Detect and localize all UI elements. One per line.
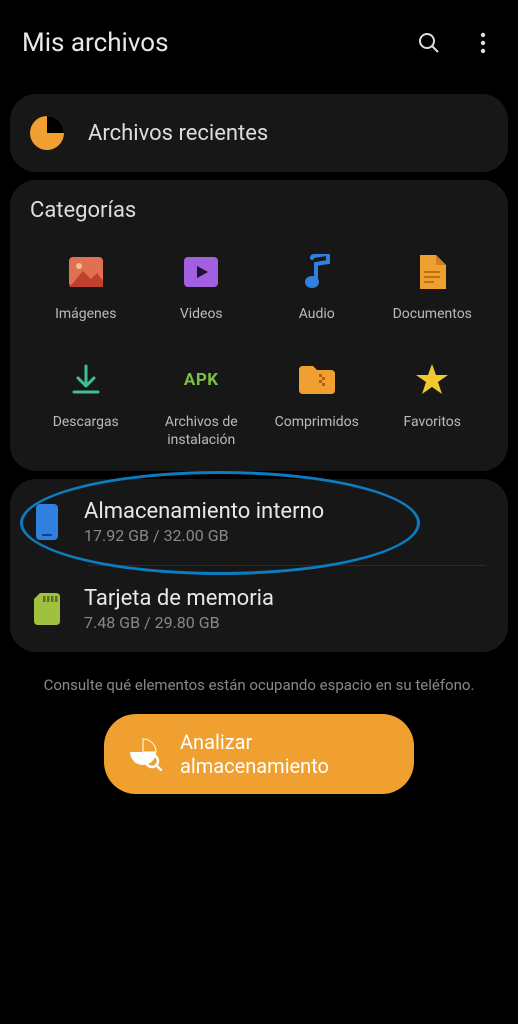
hint-text: Consulte qué elementos están ocupando es… [12, 676, 506, 694]
video-icon [178, 249, 224, 295]
more-icon[interactable] [470, 30, 496, 56]
category-label: Descargas [53, 413, 119, 449]
folder-zip-icon [294, 357, 340, 403]
sdcard-storage-item[interactable]: Tarjeta de memoria 7.48 GB / 29.80 GB [10, 566, 508, 652]
apk-icon: APK [178, 357, 224, 403]
audio-icon [294, 249, 340, 295]
storage-text: Almacenamiento interno 17.92 GB / 32.00 … [84, 499, 324, 545]
sdcard-icon [32, 590, 62, 628]
category-label: Favoritos [404, 413, 461, 449]
recent-files-card[interactable]: Archivos recientes [10, 94, 508, 172]
image-icon [63, 249, 109, 295]
category-favorites[interactable]: Favoritos [377, 353, 489, 453]
storage-card: Almacenamiento interno 17.92 GB / 32.00 … [10, 479, 508, 652]
category-label: Documentos [393, 305, 472, 341]
category-label: Comprimidos [275, 413, 359, 449]
category-apk[interactable]: APK Archivos de instalación [146, 353, 258, 453]
recent-files-label: Archivos recientes [88, 121, 268, 146]
storage-text: Tarjeta de memoria 7.48 GB / 29.80 GB [84, 586, 274, 632]
category-label: Imágenes [55, 305, 116, 341]
app-header: Mis archivos [0, 0, 518, 86]
category-label: Archivos de instalación [146, 413, 258, 449]
internal-storage-sub: 17.92 GB / 32.00 GB [84, 526, 324, 545]
header-actions [416, 30, 496, 56]
pie-chart-search-icon [128, 737, 162, 771]
category-label: Audio [299, 305, 335, 341]
categories-card: Categorías Imágenes Videos Audio Documen… [10, 180, 508, 471]
search-icon[interactable] [416, 30, 442, 56]
categories-grid: Imágenes Videos Audio Documentos Descarg [30, 245, 488, 453]
sdcard-storage-sub: 7.48 GB / 29.80 GB [84, 613, 274, 632]
category-downloads[interactable]: Descargas [30, 353, 142, 453]
category-videos[interactable]: Videos [146, 245, 258, 345]
category-label: Videos [180, 305, 223, 341]
document-icon [409, 249, 455, 295]
clock-icon [30, 116, 64, 150]
download-icon [63, 357, 109, 403]
category-compressed[interactable]: Comprimidos [261, 353, 373, 453]
internal-storage-title: Almacenamiento interno [84, 499, 324, 524]
category-documents[interactable]: Documentos [377, 245, 489, 345]
star-icon [409, 357, 455, 403]
page-title: Mis archivos [22, 28, 169, 58]
categories-title: Categorías [30, 198, 488, 223]
sdcard-storage-title: Tarjeta de memoria [84, 586, 274, 611]
analyze-storage-button[interactable]: Analizar almacenamiento [104, 714, 414, 794]
category-images[interactable]: Imágenes [30, 245, 142, 345]
phone-icon [32, 503, 62, 541]
analyze-button-label: Analizar almacenamiento [180, 730, 390, 778]
category-audio[interactable]: Audio [261, 245, 373, 345]
internal-storage-item[interactable]: Almacenamiento interno 17.92 GB / 32.00 … [10, 479, 508, 565]
